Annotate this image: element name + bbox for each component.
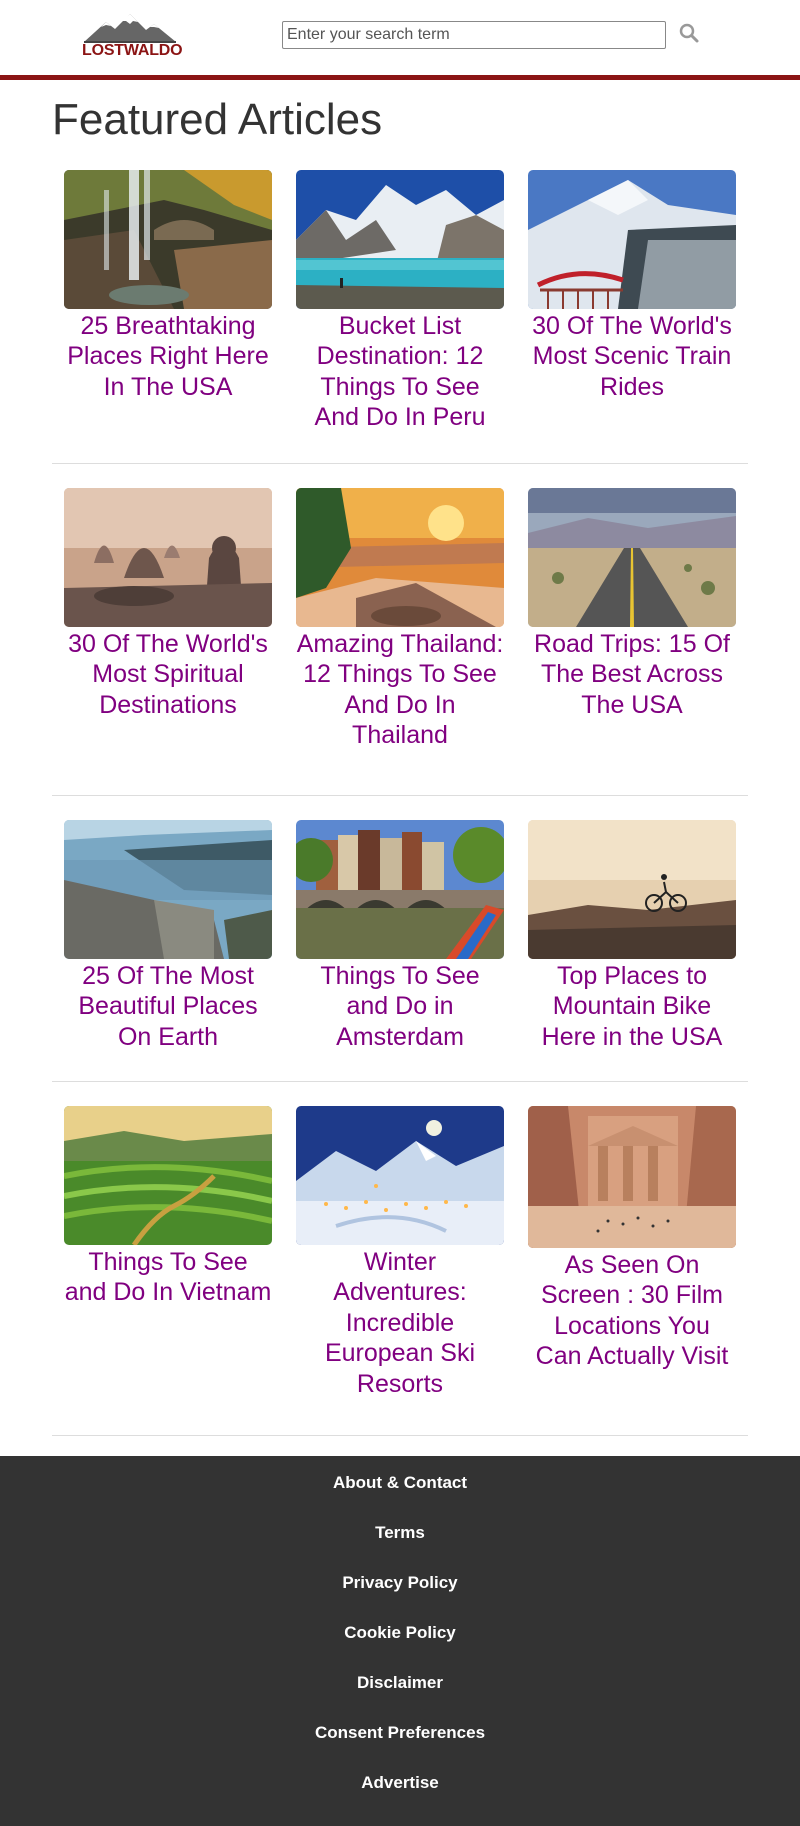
desert-road-image	[528, 488, 736, 627]
article-title: Top Places to Mountain Bike Here in the …	[541, 962, 723, 1051]
article-title: Amazing Thailand: 12 Things To See And D…	[296, 630, 504, 750]
article-card[interactable]: Things To See and Do In Vietnam	[64, 1106, 272, 1308]
petra-treasury-image	[528, 1106, 736, 1248]
article-title: 25 Of The Most Beautiful Places On Earth	[78, 962, 258, 1051]
article-card[interactable]: As Seen On Screen : 30 Film Locations Yo…	[528, 1106, 736, 1372]
footer-link-advertise[interactable]: Advertise	[0, 1773, 800, 1793]
footer-link-disclaimer[interactable]: Disclaimer	[0, 1673, 800, 1693]
site-logo[interactable]: LOSTWALDO	[82, 12, 183, 62]
fjord-cliff-image	[64, 820, 272, 959]
search-input[interactable]	[282, 21, 666, 49]
article-card[interactable]: Top Places to Mountain Bike Here in the …	[528, 820, 736, 1052]
beach-sunset-image	[296, 488, 504, 627]
mountain-lagoon-image	[296, 170, 504, 309]
footer-link-cookie-policy[interactable]: Cookie Policy	[0, 1623, 800, 1643]
article-card[interactable]: 25 Of The Most Beautiful Places On Earth	[64, 820, 272, 1052]
article-title: Road Trips: 15 Of The Best Across The US…	[534, 630, 730, 719]
train-viaduct-image	[528, 170, 736, 309]
article-title: Winter Adventures: Incredible European S…	[324, 1248, 476, 1398]
article-title: Things To See and Do in Amsterdam	[320, 962, 480, 1051]
ski-resort-night-image	[296, 1106, 504, 1245]
articles-grid: 25 Breathtaking Places Right Here In The…	[52, 170, 748, 1436]
amsterdam-canal-image	[296, 820, 504, 959]
site-footer: About & Contact Terms Privacy Policy Coo…	[0, 1456, 800, 1826]
article-title: 25 Breathtaking Places Right Here In The…	[67, 312, 269, 401]
article-row: 30 Of The World's Most Spiritual Destina…	[52, 464, 748, 796]
article-card[interactable]: Things To See and Do in Amsterdam	[296, 820, 504, 1052]
article-title: 30 Of The World's Most Scenic Train Ride…	[532, 312, 732, 401]
article-card[interactable]: 25 Breathtaking Places Right Here In The…	[64, 170, 272, 402]
waterfall-canyon-image	[64, 170, 272, 309]
footer-link-privacy-policy[interactable]: Privacy Policy	[0, 1573, 800, 1593]
search-icon	[679, 23, 699, 43]
search-button[interactable]	[678, 22, 700, 44]
site-header: LOSTWALDO	[0, 0, 800, 80]
mountain-logo-icon	[84, 14, 176, 43]
rice-terraces-image	[64, 1106, 272, 1245]
article-title: 30 Of The World's Most Spiritual Destina…	[68, 630, 268, 719]
article-row: 25 Breathtaking Places Right Here In The…	[52, 170, 748, 464]
temple-stupas-image	[64, 488, 272, 627]
article-title: As Seen On Screen : 30 Film Locations Yo…	[535, 1251, 729, 1371]
footer-link-consent-preferences[interactable]: Consent Preferences	[0, 1723, 800, 1743]
article-title: Things To See and Do In Vietnam	[64, 1248, 272, 1307]
article-card[interactable]: Winter Adventures: Incredible European S…	[296, 1106, 504, 1399]
article-card[interactable]: 30 Of The World's Most Scenic Train Ride…	[528, 170, 736, 402]
page-title: Featured Articles	[52, 95, 383, 144]
logo-text: LOSTWALDO	[82, 42, 183, 59]
footer-link-terms[interactable]: Terms	[0, 1523, 800, 1543]
article-card[interactable]: Amazing Thailand: 12 Things To See And D…	[296, 488, 504, 751]
article-card[interactable]: 30 Of The World's Most Spiritual Destina…	[64, 488, 272, 720]
article-row: Things To See and Do In Vietnam Winter A…	[52, 1082, 748, 1436]
article-title: Bucket List Destination: 12 Things To Se…	[314, 312, 486, 432]
article-card[interactable]: Road Trips: 15 Of The Best Across The US…	[528, 488, 736, 720]
mountain-biker-image	[528, 820, 736, 959]
article-card[interactable]: Bucket List Destination: 12 Things To Se…	[296, 170, 504, 433]
article-row: 25 Of The Most Beautiful Places On Earth…	[52, 796, 748, 1082]
footer-link-about-contact[interactable]: About & Contact	[0, 1473, 800, 1493]
